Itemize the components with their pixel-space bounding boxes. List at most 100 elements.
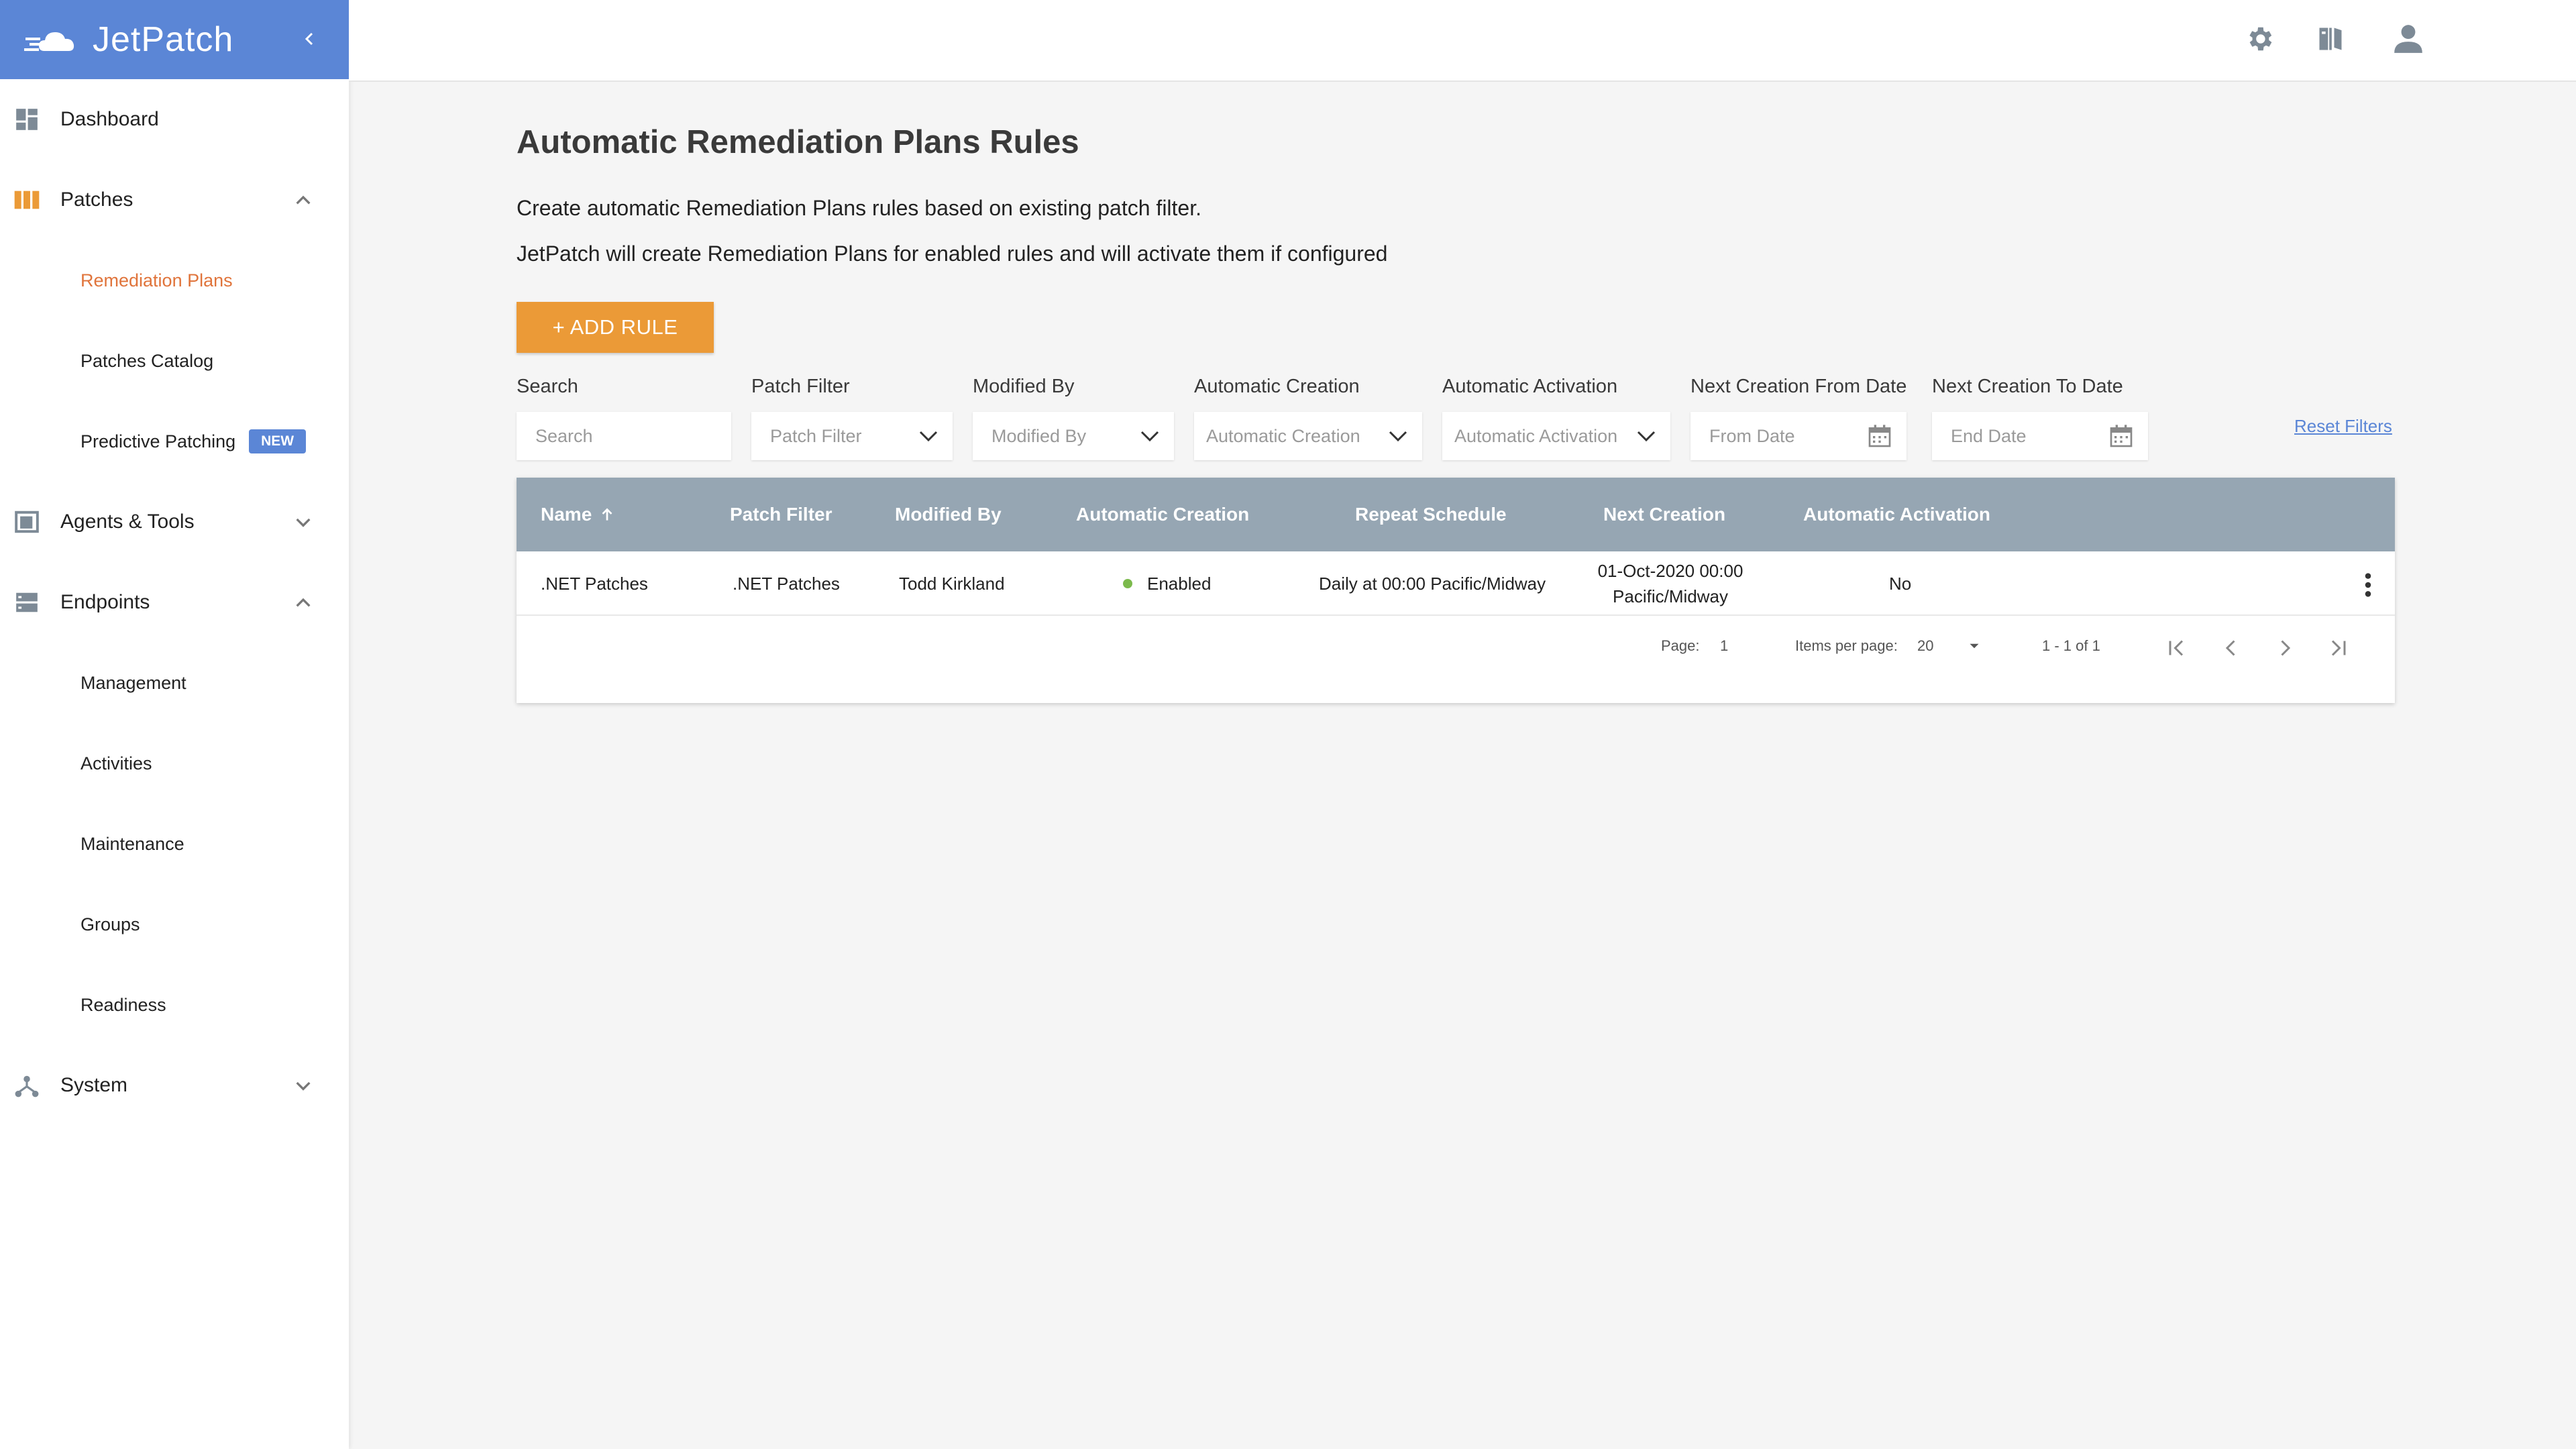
brand-header: JetPatch xyxy=(0,0,349,79)
sidebar-item-patches-catalog[interactable]: Patches Catalog xyxy=(0,321,349,401)
calendar-icon[interactable] xyxy=(1866,423,1893,449)
sidebar-item-predictive-patching[interactable]: Predictive Patching NEW xyxy=(0,401,349,482)
sidebar-nav: Dashboard Patches Remediation Plans Patc… xyxy=(0,79,349,1126)
select-placeholder: Automatic Activation xyxy=(1454,425,1618,446)
first-page-icon[interactable] xyxy=(2161,633,2191,663)
sidebar-item-endpoints[interactable]: Endpoints xyxy=(0,562,349,643)
cell-patch-filter: .NET Patches xyxy=(733,573,840,594)
cell-modified-by: Todd Kirkland xyxy=(899,573,1005,594)
items-per-page-select[interactable]: 20 xyxy=(1917,616,1984,676)
sidebar-item-groups[interactable]: Groups xyxy=(0,884,349,965)
filter-from-date: Next Creation From Date From Date xyxy=(1690,376,1907,460)
column-header-repeat-schedule[interactable]: Repeat Schedule xyxy=(1355,478,1507,551)
agents-tools-icon xyxy=(13,508,40,535)
sidebar-item-activities[interactable]: Activities xyxy=(0,723,349,804)
sidebar-item-agents-tools[interactable]: Agents & Tools xyxy=(0,482,349,562)
patch-filter-select[interactable]: Patch Filter xyxy=(751,412,953,460)
status-text: Enabled xyxy=(1147,573,1212,594)
items-per-page-label: Items per page: xyxy=(1795,637,1898,654)
chevron-down-icon[interactable] xyxy=(292,511,314,533)
cell-name: .NET Patches xyxy=(541,573,648,594)
column-header-automatic-creation[interactable]: Automatic Creation xyxy=(1076,478,1249,551)
range-label: 1 - 1 of 1 xyxy=(2042,637,2100,654)
sidebar-item-label: Agents & Tools xyxy=(60,511,195,533)
date-placeholder: From Date xyxy=(1709,425,1795,446)
last-page-icon[interactable] xyxy=(2324,633,2353,663)
chevron-down-icon xyxy=(1389,431,1407,442)
paginator: Page: 1 Items per page: 20 1 - 1 of 1 xyxy=(517,616,2395,702)
sidebar-item-label: System xyxy=(60,1074,128,1096)
sidebar-item-label: Dashboard xyxy=(60,108,159,130)
sidebar: JetPatch Dashboard Patches Remediation P… xyxy=(0,0,349,1449)
next-creation-timezone: Pacific/Midway xyxy=(1613,586,1728,606)
collapse-sidebar-icon[interactable] xyxy=(297,25,323,52)
more-vert-icon[interactable] xyxy=(2361,572,2375,598)
sidebar-item-label: Groups xyxy=(80,914,140,934)
filter-label: Modified By xyxy=(973,376,1075,397)
sidebar-item-dashboard[interactable]: Dashboard xyxy=(0,79,349,160)
book-icon[interactable] xyxy=(2312,20,2349,58)
automatic-activation-select[interactable]: Automatic Activation xyxy=(1442,412,1670,460)
sidebar-item-maintenance[interactable]: Maintenance xyxy=(0,804,349,884)
filter-label: Automatic Creation xyxy=(1194,376,1360,397)
sort-arrow-up-icon xyxy=(602,508,612,521)
dashboard-icon xyxy=(13,106,40,133)
filter-search: Search Search xyxy=(517,376,731,460)
column-header-modified-by[interactable]: Modified By xyxy=(895,478,1002,551)
table-row[interactable]: .NET Patches .NET Patches Todd Kirkland … xyxy=(517,551,2395,616)
chevron-up-icon[interactable] xyxy=(292,592,314,613)
select-placeholder: Patch Filter xyxy=(770,425,862,446)
filter-to-date: Next Creation To Date End Date xyxy=(1932,376,2148,460)
items-per-page-value: 20 xyxy=(1917,637,1934,654)
column-header-name[interactable]: Name xyxy=(541,478,616,551)
reset-filters-link[interactable]: Reset Filters xyxy=(2294,416,2392,437)
system-icon xyxy=(13,1072,40,1099)
cell-automatic-activation: No xyxy=(1889,573,1912,594)
page-number[interactable]: 1 xyxy=(1720,616,1728,676)
add-rule-button[interactable]: + ADD RULE xyxy=(517,302,714,353)
rules-table: Name Patch Filter Modified By Automatic … xyxy=(517,478,2395,703)
sidebar-item-remediation-plans[interactable]: Remediation Plans xyxy=(0,240,349,321)
filter-label: Patch Filter xyxy=(751,376,850,397)
sidebar-item-management[interactable]: Management xyxy=(0,643,349,723)
page-title: Automatic Remediation Plans Rules xyxy=(517,124,1079,160)
column-header-automatic-activation[interactable]: Automatic Activation xyxy=(1803,478,1990,551)
page-label: Page: xyxy=(1661,637,1700,654)
filter-label: Automatic Activation xyxy=(1442,376,1618,397)
next-page-icon[interactable] xyxy=(2270,633,2300,663)
sidebar-item-label: Readiness xyxy=(80,994,166,1015)
column-header-next-creation[interactable]: Next Creation xyxy=(1603,478,1725,551)
calendar-icon[interactable] xyxy=(2108,423,2135,449)
chevron-up-icon[interactable] xyxy=(292,189,314,211)
automatic-creation-select[interactable]: Automatic Creation xyxy=(1194,412,1422,460)
status-dot-icon xyxy=(1123,579,1132,588)
sidebar-item-system[interactable]: System xyxy=(0,1045,349,1126)
column-header-patch-filter[interactable]: Patch Filter xyxy=(730,478,832,551)
from-date-input[interactable]: From Date xyxy=(1690,412,1907,460)
modified-by-select[interactable]: Modified By xyxy=(973,412,1174,460)
page-description-secondary: JetPatch will create Remediation Plans f… xyxy=(517,241,1388,266)
sidebar-item-label: Predictive Patching xyxy=(80,431,236,451)
chevron-down-icon xyxy=(919,431,938,442)
filter-label: Next Creation To Date xyxy=(1932,376,2123,397)
column-header-label: Name xyxy=(541,504,592,525)
user-icon[interactable] xyxy=(2390,20,2427,58)
chevron-down-icon[interactable] xyxy=(292,1075,314,1096)
table-header: Name Patch Filter Modified By Automatic … xyxy=(517,478,2395,551)
previous-page-icon[interactable] xyxy=(2216,633,2246,663)
end-date-input[interactable]: End Date xyxy=(1932,412,2148,460)
brand-name: JetPatch xyxy=(93,20,234,59)
chevron-down-icon xyxy=(1140,431,1159,442)
filter-automatic-activation: Automatic Activation Automatic Activatio… xyxy=(1442,376,1670,460)
date-placeholder: End Date xyxy=(1951,425,2027,446)
filter-automatic-creation: Automatic Creation Automatic Creation xyxy=(1194,376,1422,460)
sidebar-item-readiness[interactable]: Readiness xyxy=(0,965,349,1045)
patches-icon xyxy=(13,186,40,213)
search-input[interactable]: Search xyxy=(517,412,731,460)
sidebar-item-patches[interactable]: Patches xyxy=(0,160,349,240)
search-placeholder: Search xyxy=(535,425,593,446)
new-badge: NEW xyxy=(249,429,307,453)
sidebar-item-label: Endpoints xyxy=(60,591,150,613)
filter-patch-filter: Patch Filter Patch Filter xyxy=(751,376,953,460)
gear-icon[interactable] xyxy=(2241,20,2278,58)
